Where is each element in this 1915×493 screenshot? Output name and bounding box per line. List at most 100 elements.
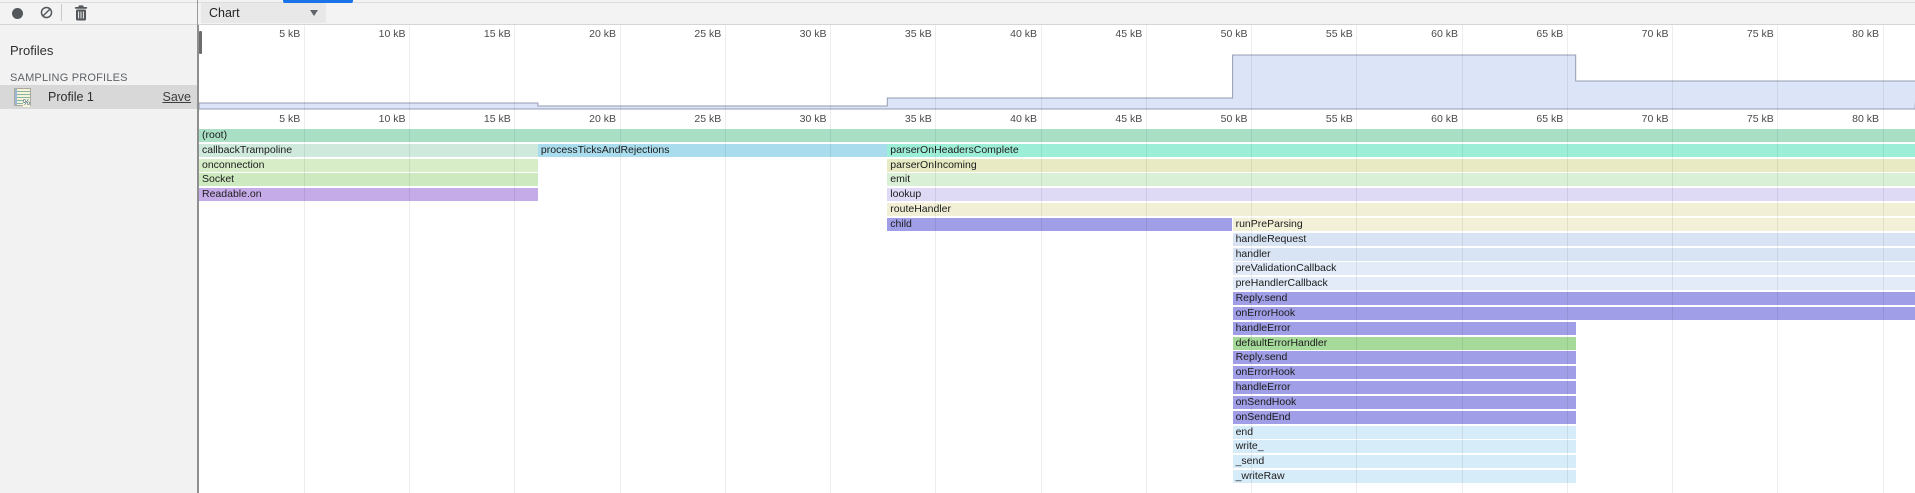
flame-bar[interactable]: handleError	[1233, 322, 1576, 335]
ruler-tick-label: 5 kB	[240, 113, 300, 125]
flame-bar[interactable]: onSendEnd	[1233, 411, 1576, 424]
flame-bar[interactable]: child	[887, 218, 1232, 231]
flame-bar[interactable]: onconnection	[199, 159, 538, 172]
profile-list-item[interactable]: % Profile 1 Save	[0, 85, 197, 109]
flame-bar[interactable]: runPreParsing	[1233, 218, 1915, 231]
flame-bar[interactable]: preValidationCallback	[1233, 262, 1915, 275]
ruler-tick-label: 40 kB	[977, 113, 1037, 125]
pane-divider	[197, 0, 198, 25]
ruler-tick-label: 55 kB	[1293, 113, 1353, 125]
ruler-tick-label: 30 kB	[767, 28, 827, 40]
flame-bar[interactable]: handleError	[1233, 381, 1576, 394]
clear-all-profiles-icon[interactable]	[40, 6, 53, 19]
ruler-tick-label: 45 kB	[1082, 113, 1142, 125]
chart-view-select[interactable]: Chart	[201, 3, 326, 23]
ruler-tick-label: 70 kB	[1609, 113, 1669, 125]
flame-bar[interactable]: handleRequest	[1233, 233, 1915, 246]
ruler-tick-label: 50 kB	[1188, 113, 1248, 125]
flame-bar-label: onErrorHook	[1233, 307, 1915, 320]
flame-bar-label: onErrorHook	[1233, 366, 1576, 379]
ruler-tick-label: 65 kB	[1503, 113, 1563, 125]
ruler-tick-label: 15 kB	[451, 28, 511, 40]
flame-bar-label: (root)	[199, 129, 1915, 142]
flame-bar[interactable]: end	[1233, 426, 1576, 439]
ruler-tick-label: 40 kB	[977, 28, 1037, 40]
flame-bar[interactable]: Socket	[199, 173, 538, 186]
flame-bar[interactable]: _writeRaw	[1233, 470, 1576, 483]
flame-bar[interactable]: Readable.on	[199, 188, 538, 201]
profiles-sidebar: Profiles SAMPLING PROFILES % Profile 1 S…	[0, 25, 199, 493]
ruler-tick-label: 45 kB	[1082, 28, 1142, 40]
ruler-tick-label: 60 kB	[1398, 113, 1458, 125]
flame-bar-label: preHandlerCallback	[1233, 277, 1915, 290]
flame-bar-label: _writeRaw	[1233, 470, 1576, 483]
flame-bar-label: parserOnIncoming	[887, 159, 1915, 172]
flame-bar[interactable]: write_	[1233, 440, 1576, 453]
record-button[interactable]	[12, 8, 23, 19]
flame-bar[interactable]: Reply.send	[1233, 292, 1915, 305]
save-link[interactable]: Save	[163, 90, 192, 104]
flame-bar[interactable]: onErrorHook	[1233, 366, 1576, 379]
profiles-heading: Profiles	[10, 43, 53, 58]
chart-view-select-value: Chart	[209, 6, 240, 20]
flame-bar-label: handler	[1233, 248, 1915, 261]
ruler-tick-label: 25 kB	[661, 113, 721, 125]
ruler-tick-label: 20 kB	[556, 28, 616, 40]
flame-bar[interactable]: onSendHook	[1233, 396, 1576, 409]
profile-icon: %	[14, 88, 31, 106]
toolbar-separator	[61, 4, 62, 21]
flame-bar-label: Reply.send	[1233, 292, 1915, 305]
ruler-tick-label: 30 kB	[767, 113, 827, 125]
flame-bar-label: preValidationCallback	[1233, 262, 1915, 275]
ruler-tick-label: 35 kB	[872, 113, 932, 125]
flame-bar[interactable]: parserOnIncoming	[887, 159, 1915, 172]
flame-bar-label: end	[1233, 426, 1576, 439]
flame-bar[interactable]: processTicksAndRejections	[538, 144, 887, 157]
flame-bar[interactable]: handler	[1233, 248, 1915, 261]
ruler-tick-label: 10 kB	[346, 28, 406, 40]
profile-name: Profile 1	[48, 90, 94, 104]
flame-bar[interactable]: onErrorHook	[1233, 307, 1915, 320]
flame-bar[interactable]: callbackTrampoline	[199, 144, 538, 157]
flame-bar-label: _send	[1233, 455, 1576, 468]
delete-profile-icon[interactable]	[74, 5, 88, 21]
flame-bar-label: Socket	[199, 173, 538, 186]
ruler-tick-label: 70 kB	[1609, 28, 1669, 40]
ruler-tick-label: 5 kB	[240, 28, 300, 40]
flame-bar-label: onconnection	[199, 159, 538, 172]
ruler-tick-label: 75 kB	[1714, 28, 1774, 40]
flame-bar-label: onSendHook	[1233, 396, 1576, 409]
flame-bar-label: lookup	[887, 188, 1915, 201]
flame-bar[interactable]: lookup	[887, 188, 1915, 201]
ruler-tick-label: 10 kB	[346, 113, 406, 125]
ruler-tick-label: 65 kB	[1503, 28, 1563, 40]
selection-grip[interactable]	[199, 31, 202, 54]
ruler-tick-label: 55 kB	[1293, 28, 1353, 40]
flame-bar-label: child	[887, 218, 1232, 231]
flame-bar-label: write_	[1233, 440, 1576, 453]
flame-bar[interactable]: routeHandler	[887, 203, 1915, 216]
flame-bar-label: processTicksAndRejections	[538, 144, 887, 157]
ruler-tick-label: 35 kB	[872, 28, 932, 40]
flame-bar[interactable]: (root)	[199, 129, 1915, 142]
flame-bar-label: handleRequest	[1233, 233, 1915, 246]
profiler-toolbar: Chart	[0, 0, 1915, 25]
chevron-down-icon	[310, 10, 318, 16]
flame-bar[interactable]: preHandlerCallback	[1233, 277, 1915, 290]
ruler-tick-label: 80 kB	[1819, 28, 1879, 40]
flame-chart-pane: (root) callbackTrampolineprocessTicksAndR…	[199, 25, 1915, 493]
flame-bar[interactable]: _send	[1233, 455, 1576, 468]
flame-bar[interactable]: parserOnHeadersComplete	[887, 144, 1915, 157]
flame-bar-label: callbackTrampoline	[199, 144, 538, 157]
ruler-tick-label: 15 kB	[451, 113, 511, 125]
flame-bar-label: routeHandler	[887, 203, 1915, 216]
flame-bar-label: onSendEnd	[1233, 411, 1576, 424]
flame-bar-label: parserOnHeadersComplete	[887, 144, 1915, 157]
flame-bar[interactable]: defaultErrorHandler	[1233, 337, 1576, 350]
ruler-tick-label: 20 kB	[556, 113, 616, 125]
ruler-tick-label: 60 kB	[1398, 28, 1458, 40]
flame-bar[interactable]: emit	[887, 173, 1915, 186]
flame-bar-label: handleError	[1233, 381, 1576, 394]
ruler-tick-label: 75 kB	[1714, 113, 1774, 125]
flame-bar[interactable]: Reply.send	[1233, 351, 1576, 364]
